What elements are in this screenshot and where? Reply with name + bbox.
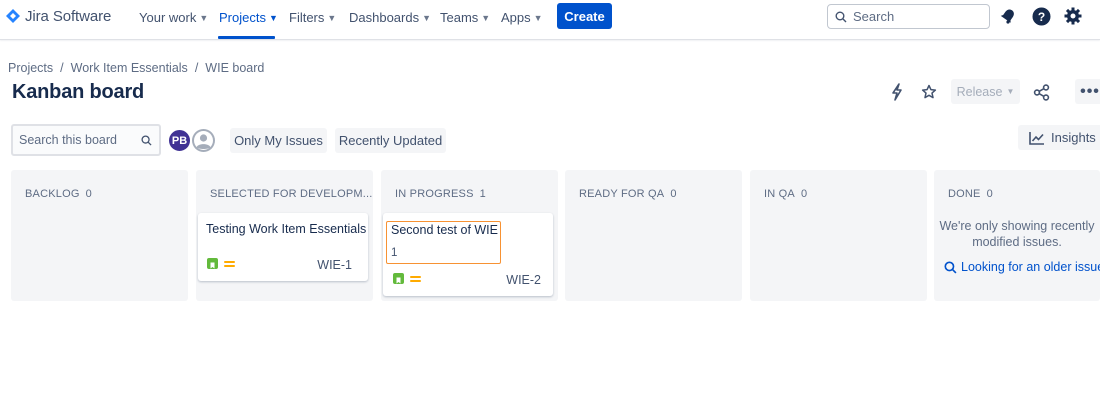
column-selected-for-development: SELECTED FOR DEVELOPM... 1 Testing Work … [196,170,387,301]
done-message-line1: We're only showing recently [939,219,1095,233]
card-title: Testing Work Item Essentials [206,222,367,236]
chevron-down-icon: ▼ [327,12,337,23]
breadcrumb-project[interactable]: Work Item Essentials [71,61,188,75]
star-icon[interactable] [919,82,939,102]
nav-projects-label: Projects [219,9,266,25]
card-key[interactable]: WIE-1 [317,258,352,272]
breadcrumb-board[interactable]: WIE board [205,61,264,75]
release-button[interactable]: Release ▼ [951,79,1020,104]
insights-button[interactable]: Insights [1018,125,1100,150]
breadcrumb-separator: / [194,61,199,75]
settings-gear-icon[interactable] [1063,6,1083,26]
card-title: Second test of WIE [391,223,498,237]
nav-projects[interactable]: Projects ▼ [219,8,278,26]
older-issue-link-text[interactable]: Looking for an older issue? [961,260,1100,274]
older-issue-link[interactable]: Looking for an older issue? [944,260,1100,274]
only-my-issues-filter[interactable]: Only My Issues [230,128,327,153]
recently-updated-filter[interactable]: Recently Updated [335,128,446,153]
user-avatar-icon [192,129,215,152]
column-header: READY FOR QA 0 [579,188,677,200]
nav-filters-label: Filters [289,9,325,25]
chevron-down-icon: ▼ [422,12,432,23]
breadcrumb: Projects / Work Item Essentials / WIE bo… [8,61,264,75]
top-navigation: Jira Software Your work ▼ Projects ▼ Filte… [0,0,1100,40]
nav-teams[interactable]: Teams ▼ [440,8,490,26]
column-name: IN PROGRESS [395,188,474,200]
notifications-icon[interactable] [998,6,1018,26]
column-done: DONE 0 We're only showing recently modif… [934,170,1100,301]
column-name: READY FOR QA [579,188,665,200]
page-title: Kanban board [12,81,145,103]
chevron-down-icon: ▼ [268,12,278,23]
chevron-down-icon: ▼ [199,12,209,23]
nav-your-work[interactable]: Your work ▼ [139,8,208,26]
nav-dashboards[interactable]: Dashboards ▼ [349,8,431,26]
nav-teams-label: Teams [440,9,479,25]
card-extra-text: 1 [391,247,398,259]
avatar-unassigned[interactable] [190,127,217,154]
global-search-input[interactable]: Search [827,4,990,29]
priority-medium-icon [224,261,235,267]
release-label: Release [956,84,1003,99]
nav-dashboards-label: Dashboards [349,9,420,25]
chevron-down-icon: ▼ [481,12,491,23]
create-button[interactable]: Create [557,3,612,29]
nav-apps[interactable]: Apps ▼ [501,8,543,26]
insights-label: Insights [1051,130,1096,145]
priority-medium-icon [410,276,421,282]
column-count: 0 [670,188,677,200]
column-name: BACKLOG [25,188,80,200]
breadcrumb-projects[interactable]: Projects [8,61,53,75]
help-icon[interactable]: ? [1031,6,1051,26]
breadcrumb-separator: / [60,61,64,75]
search-icon [141,134,152,146]
board-search-placeholder: Search this board [19,133,117,147]
story-icon [207,258,218,269]
jira-logo-icon [6,9,20,23]
app-name: Jira Software [25,7,112,25]
column-header: IN PROGRESS 1 [395,188,486,200]
active-nav-indicator [218,36,275,39]
board-search-input[interactable]: Search this board [11,124,161,156]
nav-filters[interactable]: Filters ▼ [289,8,336,26]
jira-logo[interactable]: Jira Software [6,7,111,25]
column-name: DONE [948,188,981,200]
issue-card-wie-1[interactable]: Testing Work Item Essentials WIE-1 [198,213,368,281]
more-actions-icon[interactable]: ••• [1075,79,1100,104]
column-count: 0 [85,188,92,200]
trend-chart-icon [1029,131,1044,145]
chevron-down-icon: ▼ [1006,87,1015,96]
issue-card-wie-2[interactable]: Second test of WIE 1 WIE-2 [383,213,553,296]
column-in-progress: IN PROGRESS 1 Second test of WIE 1 WIE-2 [381,170,558,301]
nav-your-work-label: Your work [139,9,197,25]
column-count: 0 [800,188,808,200]
done-column-message: We're only showing recently modified iss… [934,218,1100,250]
column-name: SELECTED FOR DEVELOPM... [210,188,373,200]
column-ready-for-qa: READY FOR QA 0 [565,170,742,301]
svg-text:?: ? [1037,9,1044,23]
search-placeholder: Search [853,9,895,24]
nav-apps-label: Apps [501,9,531,25]
column-header: BACKLOG 0 [25,188,92,200]
column-count: 1 [479,188,486,200]
column-name: IN QA [764,188,795,200]
search-icon [835,11,847,22]
avatar-user-pb[interactable]: PB [167,128,192,153]
share-icon[interactable] [1031,82,1051,102]
card-key[interactable]: WIE-2 [506,273,541,287]
column-count: 0 [986,188,993,200]
column-header: SELECTED FOR DEVELOPM... 1 [210,188,387,200]
chevron-down-icon: ▼ [533,12,543,23]
done-message-line2: modified issues. [972,235,1062,249]
column-backlog: BACKLOG 0 [11,170,188,301]
search-icon [944,260,957,273]
column-header: DONE 0 [948,188,993,200]
automation-lightning-icon[interactable] [887,82,907,102]
story-icon [393,273,404,284]
column-header: IN QA 0 [764,188,807,200]
column-in-qa: IN QA 0 [750,170,927,301]
